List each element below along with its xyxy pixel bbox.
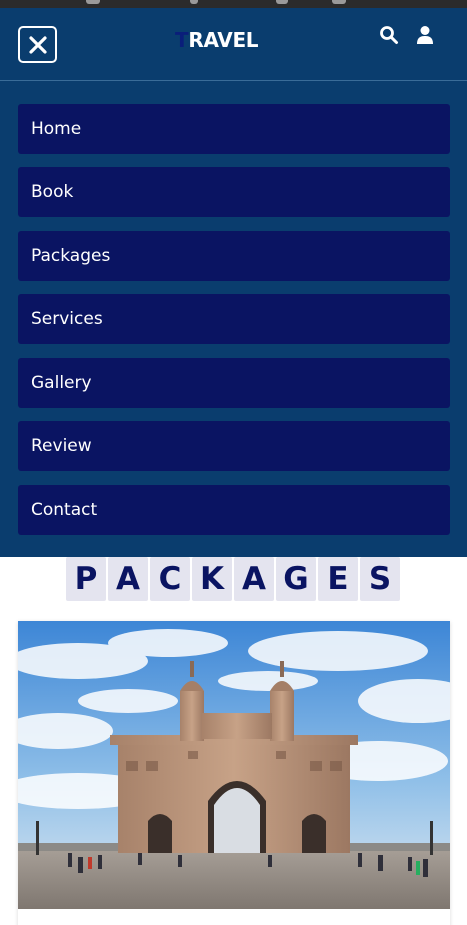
nav-menu: Home Book Packages Services Gallery Revi… [0, 81, 467, 557]
package-photo [18, 621, 450, 909]
heading-letter: A [234, 557, 274, 601]
status-glyph [332, 0, 346, 4]
search-icon[interactable] [379, 25, 399, 45]
nav-item-home[interactable]: Home [18, 104, 450, 154]
nav-item-review[interactable]: Review [18, 421, 450, 471]
user-icon[interactable] [415, 25, 435, 45]
nav-item-book[interactable]: Book [18, 167, 450, 217]
heading-letter: C [150, 557, 190, 601]
packages-heading: P A C K A G E S [66, 557, 406, 601]
logo-text: RAVEL [188, 28, 259, 52]
nav-item-gallery[interactable]: Gallery [18, 358, 450, 408]
nav-item-services[interactable]: Services [18, 294, 450, 344]
status-strip [0, 0, 467, 8]
nav-item-contact[interactable]: Contact [18, 485, 450, 535]
status-glyph [276, 0, 288, 4]
close-menu-button[interactable] [18, 26, 57, 63]
logo-first-letter: T [175, 28, 189, 52]
status-glyph [86, 0, 100, 4]
nav-item-packages[interactable]: Packages [18, 231, 450, 281]
site-header: TRAVEL [0, 8, 467, 80]
package-card[interactable] [18, 621, 450, 925]
heading-letter: G [276, 557, 316, 601]
heading-letter: E [318, 557, 358, 601]
site-logo[interactable]: TRAVEL [175, 28, 259, 52]
heading-letter: P [66, 557, 106, 601]
status-glyph [190, 0, 198, 4]
heading-letter: A [108, 557, 148, 601]
close-icon [28, 35, 47, 54]
heading-letter: K [192, 557, 232, 601]
heading-letter: S [360, 557, 400, 601]
